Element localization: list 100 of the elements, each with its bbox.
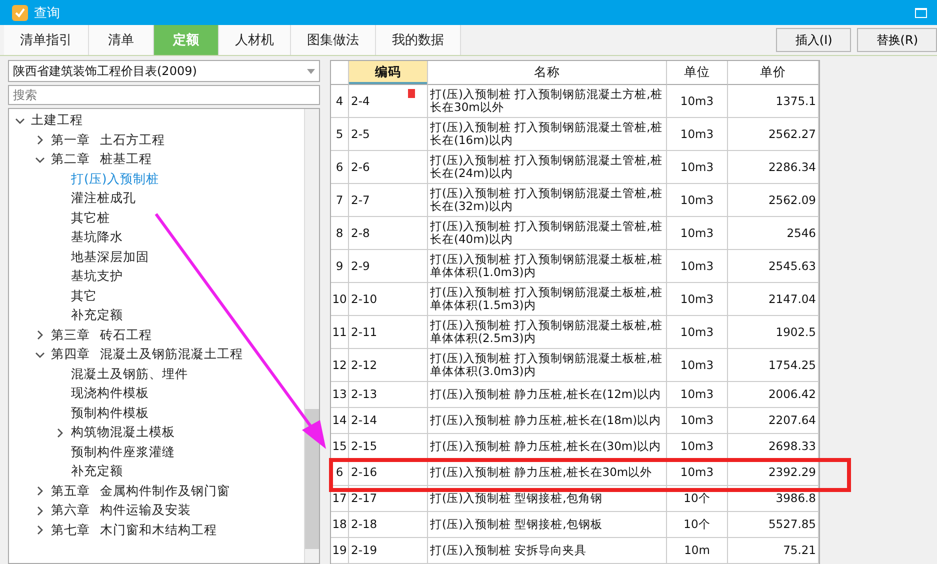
tree-item[interactable]: 补充定额 bbox=[71, 463, 123, 480]
toolbar-button[interactable]: 替换(R) bbox=[857, 28, 937, 52]
row-number: 8 bbox=[331, 217, 349, 250]
tab[interactable]: 清单指引 bbox=[4, 25, 89, 55]
name-cell: 打(压)入预制桩 打入预制钢筋混凝土板桩,桩单体体积(3.0m3)内 bbox=[428, 349, 667, 382]
row-number: 12 bbox=[331, 349, 349, 382]
code-cell: 2-13 bbox=[349, 382, 428, 408]
tree-item[interactable]: 土建工程 bbox=[31, 112, 83, 130]
row-number: 7 bbox=[331, 184, 349, 217]
window-title: 查询 bbox=[34, 4, 61, 22]
price-cell: 2147.04 bbox=[728, 283, 819, 316]
tree-item[interactable]: 基坑降水 bbox=[71, 229, 123, 246]
flag-marker bbox=[408, 89, 415, 98]
tab[interactable]: 图集做法 bbox=[291, 25, 376, 55]
tab[interactable]: 我的数据 bbox=[376, 25, 461, 55]
tree-item[interactable]: 基坑支护 bbox=[71, 268, 123, 286]
code-cell: 2-7 bbox=[349, 184, 428, 217]
tree-item[interactable]: 其它 bbox=[71, 288, 97, 305]
chevron-right-icon[interactable] bbox=[35, 135, 45, 146]
unit-cell: 10m3 bbox=[667, 118, 728, 151]
name-cell: 打(压)入预制桩 打入预制钢筋混凝土管桩,桩长在(24m)以内 bbox=[428, 151, 667, 184]
tree-item[interactable]: 打(压)入预制桩 bbox=[71, 170, 159, 188]
chevron-down-icon[interactable] bbox=[35, 154, 45, 165]
unit-cell: 10m3 bbox=[667, 382, 728, 408]
tree-item[interactable]: 第四章 混凝土及钢筋混凝土工程 bbox=[51, 346, 243, 364]
scrollbar[interactable] bbox=[304, 109, 319, 563]
chevron-right-icon[interactable] bbox=[35, 506, 45, 516]
unit-cell: 10m3 bbox=[667, 250, 728, 283]
row-number: 5 bbox=[331, 118, 349, 151]
row-number: 9 bbox=[331, 250, 349, 283]
tree-item[interactable]: 第三章 砖石工程 bbox=[51, 326, 152, 344]
tree-item[interactable]: 混凝土及钢筋、埋件 bbox=[71, 366, 188, 383]
chevron-right-icon[interactable] bbox=[35, 330, 45, 340]
library-dropdown[interactable]: 陕西省建筑装饰工程价目表(2009) bbox=[8, 60, 320, 82]
price-cell: 75.21 bbox=[728, 538, 819, 564]
code-cell: 2-16 bbox=[349, 460, 428, 486]
app-logo-icon bbox=[12, 4, 28, 20]
price-cell: 2545.63 bbox=[728, 250, 819, 283]
code-cell: 2-19 bbox=[349, 538, 428, 564]
unit-cell: 10m3 bbox=[667, 151, 728, 184]
tree-item[interactable]: 灌注桩成孔 bbox=[71, 190, 136, 208]
tree-item[interactable]: 第五章 金属构件制作及钢门窗 bbox=[51, 482, 230, 500]
tree-item[interactable]: 地基深层加固 bbox=[71, 248, 149, 266]
row-number: 14 bbox=[331, 408, 349, 434]
row-number: 6 bbox=[331, 460, 349, 486]
price-cell: 2698.33 bbox=[728, 434, 819, 460]
unit-cell: 10m3 bbox=[667, 349, 728, 382]
row-number: 11 bbox=[331, 316, 349, 349]
price-cell: 2562.27 bbox=[728, 118, 819, 151]
row-number: 10 bbox=[331, 283, 349, 316]
price-cell: 2286.34 bbox=[728, 151, 819, 184]
chevron-right-icon[interactable] bbox=[55, 428, 65, 438]
unit-cell: 10m3 bbox=[667, 434, 728, 460]
tab[interactable]: 清单 bbox=[89, 25, 154, 55]
unit-cell: 10个 bbox=[667, 512, 728, 538]
column-header[interactable]: 单价 bbox=[728, 61, 819, 85]
row-number: 19 bbox=[331, 538, 349, 564]
row-number: 18 bbox=[331, 512, 349, 538]
name-cell: 打(压)入预制桩 型钢接桩,包角钢 bbox=[428, 486, 667, 512]
price-cell: 2546 bbox=[728, 217, 819, 250]
unit-cell: 10m3 bbox=[667, 460, 728, 486]
column-header[interactable]: 编码 bbox=[349, 61, 428, 85]
tree-item[interactable]: 补充定额 bbox=[71, 307, 123, 324]
chevron-right-icon[interactable] bbox=[35, 525, 45, 536]
tree-item[interactable]: 其它桩 bbox=[71, 210, 110, 227]
price-cell: 1375.1 bbox=[728, 85, 819, 118]
name-cell: 打(压)入预制桩 静力压桩,桩长在(30m)以内 bbox=[428, 434, 667, 460]
column-header[interactable]: 单位 bbox=[667, 61, 728, 85]
price-cell: 3986.8 bbox=[728, 486, 819, 512]
tree-item[interactable]: 第一章 土石方工程 bbox=[51, 132, 165, 149]
unit-cell: 10m3 bbox=[667, 316, 728, 349]
maximize-icon[interactable] bbox=[915, 8, 927, 18]
tree-item[interactable]: 现浇构件模板 bbox=[71, 385, 149, 402]
code-cell: 2-15 bbox=[349, 434, 428, 460]
tree-item[interactable]: 预制构件座浆灌缝 bbox=[71, 444, 175, 461]
name-cell: 打(压)入预制桩 打入预制钢筋混凝土管桩,桩长在(32m)以内 bbox=[428, 184, 667, 217]
unit-cell: 10m3 bbox=[667, 408, 728, 434]
column-header[interactable]: 名称 bbox=[428, 61, 667, 85]
unit-cell: 10m3 bbox=[667, 283, 728, 316]
tree-item[interactable]: 第二章 桩基工程 bbox=[51, 151, 152, 168]
search-field[interactable]: 搜索 bbox=[8, 85, 320, 105]
tree-item[interactable]: 第七章 木门窗和木结构工程 bbox=[51, 522, 217, 539]
code-cell: 2-8 bbox=[349, 217, 428, 250]
tree-item[interactable]: 构筑物混凝土模板 bbox=[71, 424, 175, 442]
chevron-right-icon[interactable] bbox=[35, 486, 45, 496]
toolbar-button[interactable]: 插入(I) bbox=[776, 28, 852, 52]
unit-cell: 10m3 bbox=[667, 184, 728, 217]
name-cell: 打(压)入预制桩 打入预制钢筋混凝土管桩,桩长在(16m)以内 bbox=[428, 118, 667, 151]
tree-item[interactable]: 第六章 构件运输及安装 bbox=[51, 502, 191, 520]
price-cell: 2392.29 bbox=[728, 460, 819, 486]
price-cell: 5527.85 bbox=[728, 512, 819, 538]
unit-cell: 10m3 bbox=[667, 217, 728, 250]
name-cell: 打(压)入预制桩 安拆导向夹具 bbox=[428, 538, 667, 564]
chevron-down-icon[interactable] bbox=[35, 350, 45, 360]
tree-item[interactable]: 预制构件模板 bbox=[71, 404, 149, 422]
name-cell: 打(压)入预制桩 静力压桩,桩长在(12m)以内 bbox=[428, 382, 667, 408]
name-cell: 打(压)入预制桩 型钢接桩,包钢板 bbox=[428, 512, 667, 538]
chevron-down-icon[interactable] bbox=[15, 116, 25, 126]
tab[interactable]: 人材机 bbox=[219, 25, 291, 55]
price-cell: 1902.5 bbox=[728, 316, 819, 349]
